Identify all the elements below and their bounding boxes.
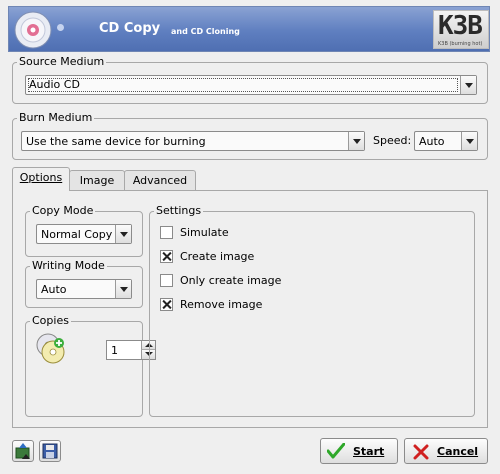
speed-value: Auto: [419, 135, 445, 148]
source-medium-title: Source Medium: [17, 55, 107, 69]
burn-device-combo[interactable]: Use the same device for burning: [21, 131, 365, 151]
copies-value: 1: [111, 344, 118, 357]
chevron-down-icon[interactable]: [461, 132, 477, 150]
start-button-label: Start: [353, 445, 385, 458]
dialog-title: CD Copy: [99, 21, 161, 36]
create-image-label: Create image: [180, 250, 255, 263]
red-x-icon: [413, 444, 429, 460]
settings-group: Settings Simulate Create image Only crea…: [149, 204, 475, 417]
header-banner: CD Copy and CD Cloning K3B K3B (burning …: [8, 6, 490, 52]
copy-mode-title: Copy Mode: [30, 204, 96, 218]
copies-title: Copies: [30, 314, 71, 328]
chevron-down-icon[interactable]: [115, 280, 131, 298]
remove-image-label: Remove image: [180, 298, 263, 311]
only-create-image-checkbox[interactable]: [160, 274, 173, 287]
tab-image-label: Image: [79, 174, 115, 187]
cancel-button[interactable]: Cancel: [404, 438, 488, 464]
burn-device-value: Use the same device for burning: [26, 135, 206, 148]
k3b-logo: K3B K3B (burning hot): [433, 10, 489, 49]
writing-mode-title: Writing Mode: [30, 259, 107, 273]
cancel-button-label: Cancel: [437, 445, 479, 458]
green-check-icon: [327, 443, 345, 459]
tab-image[interactable]: Image: [69, 170, 125, 191]
create-image-checkbox[interactable]: [160, 250, 173, 263]
copy-mode-value: Normal Copy: [41, 228, 113, 241]
focus-rect: [28, 78, 458, 92]
writing-mode-group: Writing Mode Auto: [25, 259, 143, 308]
settings-title: Settings: [154, 204, 204, 218]
speed-label: Speed:: [373, 134, 412, 147]
tab-advanced[interactable]: Advanced: [124, 170, 196, 191]
remove-image-checkbox[interactable]: [160, 298, 173, 311]
chevron-down-icon[interactable]: [348, 132, 364, 150]
simulate-checkbox[interactable]: [160, 226, 173, 239]
k3b-logo-tagline: K3B (burning hot): [438, 41, 483, 47]
source-medium-group: Source Medium Audio CD: [12, 55, 488, 104]
source-medium-value: Audio CD: [29, 78, 80, 91]
writing-mode-combo[interactable]: Auto: [36, 279, 132, 299]
load-settings-icon: [15, 443, 30, 459]
start-button[interactable]: Start: [320, 438, 398, 464]
k3b-logo-text: K3B: [438, 11, 483, 41]
tab-options[interactable]: Options: [12, 167, 70, 191]
banner-decoration: [57, 24, 64, 31]
chevron-down-icon[interactable]: [460, 76, 476, 94]
speed-combo[interactable]: Auto: [414, 131, 478, 151]
cd-stack-icon: [36, 333, 65, 364]
dialog-subtitle: and CD Cloning: [171, 27, 240, 36]
copy-mode-combo[interactable]: Normal Copy: [36, 224, 132, 244]
burn-medium-title: Burn Medium: [17, 111, 95, 125]
options-tab-panel: Copy Mode Normal Copy Writing Mode Auto …: [12, 190, 488, 428]
cd-copy-icon: [14, 11, 52, 49]
save-settings-button[interactable]: [39, 440, 61, 462]
load-settings-button[interactable]: [12, 440, 34, 462]
tab-options-label: Options: [19, 171, 63, 184]
only-create-image-label: Only create image: [180, 274, 282, 287]
source-medium-combo[interactable]: Audio CD: [25, 75, 477, 95]
tab-advanced-label: Advanced: [132, 174, 188, 187]
copy-mode-group: Copy Mode Normal Copy: [25, 204, 143, 257]
save-settings-icon: [42, 443, 58, 459]
burn-medium-group: Burn Medium Use the same device for burn…: [12, 111, 488, 160]
writing-mode-value: Auto: [41, 283, 67, 296]
chevron-down-icon[interactable]: [115, 225, 131, 243]
copies-group: Copies 1: [25, 314, 156, 417]
simulate-label: Simulate: [180, 226, 229, 239]
